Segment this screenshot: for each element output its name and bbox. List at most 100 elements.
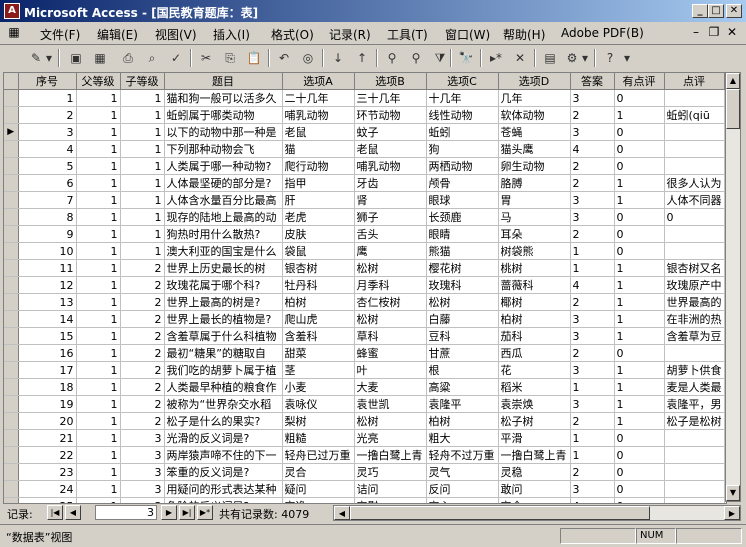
next-record-button[interactable]: ▶ <box>161 505 177 520</box>
restore-button[interactable]: □ <box>708 4 724 18</box>
table-cell[interactable]: 2 <box>120 259 165 277</box>
table-cell[interactable]: 1 <box>570 429 615 447</box>
table-cell[interactable]: 4 <box>18 140 77 158</box>
table-row[interactable]: ▶ 3 1 1 以下的动物中那一种是 老鼠 蚊子 蚯蚓 苍蝇 3 0 <box>4 123 725 141</box>
table-cell[interactable]: 1 <box>76 310 121 328</box>
record-selector[interactable] <box>4 157 19 175</box>
table-row[interactable]: 2 1 1 蚯蚓属于哪类动物 哺乳动物 环节动物 线性动物 软体动物 2 1 蚯蚓(qiū <box>4 106 725 124</box>
table-cell[interactable]: 狮子 <box>354 208 427 226</box>
table-cell[interactable]: 0 <box>614 225 665 243</box>
table-cell[interactable]: 熊猫 <box>426 242 499 260</box>
column-header[interactable]: 题目 <box>164 73 283 90</box>
hyperlink-icon[interactable]: ◎ <box>298 49 318 67</box>
save-icon[interactable]: ▣ <box>66 49 86 67</box>
table-cell[interactable]: 疑问 <box>282 480 355 498</box>
delete-record-icon[interactable]: ✕ <box>510 49 530 67</box>
table-cell[interactable]: 1 <box>614 378 665 396</box>
table-cell[interactable] <box>664 480 725 498</box>
table-cell[interactable]: 3 <box>570 191 615 209</box>
table-cell[interactable]: 敢问 <box>498 480 571 498</box>
table-cell[interactable]: 1 <box>18 89 77 107</box>
table-cell[interactable]: 以下的动物中那一种是 <box>164 123 283 141</box>
copy-icon[interactable]: ⎘ <box>220 49 240 67</box>
table-cell[interactable]: 1 <box>76 208 121 226</box>
record-selector[interactable]: ▶ <box>4 123 19 141</box>
table-cell[interactable]: 0 <box>614 89 665 107</box>
table-cell[interactable]: 胃 <box>498 191 571 209</box>
table-cell[interactable]: 卵生动物 <box>498 157 571 175</box>
table-cell[interactable]: 2 <box>570 344 615 362</box>
menu-file[interactable]: 文件(F) <box>40 26 80 43</box>
table-cell[interactable]: 澳大利亚的国宝是什么 <box>164 242 283 260</box>
table-cell[interactable]: 1 <box>614 310 665 328</box>
table-cell[interactable]: 松子是松树 <box>664 412 725 430</box>
table-cell[interactable]: 18 <box>18 378 77 396</box>
table-cell[interactable]: 1 <box>76 446 121 464</box>
table-cell[interactable]: 诘问 <box>354 480 427 498</box>
table-cell[interactable]: 1 <box>120 140 165 158</box>
undo-icon[interactable]: ↶ <box>274 49 294 67</box>
record-selector[interactable] <box>4 327 19 345</box>
table-cell[interactable]: 眼睛 <box>426 225 499 243</box>
record-selector[interactable] <box>4 429 19 447</box>
table-cell[interactable]: 苍蝇 <box>498 123 571 141</box>
table-cell[interactable]: 1 <box>614 259 665 277</box>
table-cell[interactable]: 3 <box>120 480 165 498</box>
column-header[interactable]: 父等级 <box>76 73 121 90</box>
table-cell[interactable]: 2 <box>120 344 165 362</box>
table-cell[interactable]: 1 <box>76 123 121 141</box>
table-cell[interactable] <box>664 157 725 175</box>
table-cell[interactable]: 两栖动物 <box>426 157 499 175</box>
table-cell[interactable]: 袁世凯 <box>354 395 427 413</box>
table-cell[interactable]: 2 <box>570 225 615 243</box>
record-selector[interactable] <box>4 276 19 294</box>
table-cell[interactable]: 3 <box>18 123 77 141</box>
table-cell[interactable]: 2 <box>120 293 165 311</box>
filter-by-form-icon[interactable]: ⚲ <box>406 49 426 67</box>
table-cell[interactable]: 稻米 <box>498 378 571 396</box>
table-cell[interactable]: 猫和狗一般可以活多久 <box>164 89 283 107</box>
record-selector[interactable] <box>4 106 19 124</box>
table-cell[interactable]: 1 <box>120 208 165 226</box>
table-cell[interactable]: 很多人认为 <box>664 174 725 192</box>
table-cell[interactable]: 1 <box>120 242 165 260</box>
table-cell[interactable]: 狗 <box>426 140 499 158</box>
table-cell[interactable]: 猫头鹰 <box>498 140 571 158</box>
table-cell[interactable]: 23 <box>18 463 77 481</box>
table-cell[interactable]: 1 <box>570 242 615 260</box>
table-row[interactable]: 19 1 2 被称为“世界杂交水稻 袁咏仪 袁世凯 袁隆平 袁崇焕 3 1 袁隆平，男 <box>4 395 725 413</box>
table-cell[interactable]: 椰树 <box>498 293 571 311</box>
table-row[interactable]: 1 1 1 猫和狗一般可以活多久 二十几年 三十几年 十几年 几年 3 0 <box>4 89 725 107</box>
table-cell[interactable]: 银杏树又名 <box>664 259 725 277</box>
table-cell[interactable]: 世界上最长的植物是? <box>164 310 283 328</box>
scroll-left-icon[interactable]: ◀ <box>334 506 350 520</box>
table-cell[interactable]: 1 <box>120 106 165 124</box>
table-row[interactable]: 6 1 1 人体最坚硬的部分是? 指甲 牙齿 颅骨 胳膊 2 1 很多人认为 <box>4 174 725 192</box>
table-cell[interactable]: 3 <box>570 327 615 345</box>
table-cell[interactable]: 9 <box>18 225 77 243</box>
table-cell[interactable]: 轻舟不过万重 <box>426 446 499 464</box>
table-cell[interactable]: 哺乳动物 <box>354 157 427 175</box>
table-cell[interactable]: 7 <box>18 191 77 209</box>
column-header[interactable]: 序号 <box>18 73 77 90</box>
filter-by-selection-icon[interactable]: ⚲ <box>382 49 402 67</box>
table-cell[interactable]: 颅骨 <box>426 174 499 192</box>
table-cell[interactable]: 人类属于哪一种动物? <box>164 157 283 175</box>
table-cell[interactable]: 2 <box>120 378 165 396</box>
table-cell[interactable]: 11 <box>18 259 77 277</box>
table-cell[interactable]: 灵合 <box>282 463 355 481</box>
record-selector[interactable] <box>4 378 19 396</box>
table-cell[interactable]: 1 <box>614 327 665 345</box>
table-cell[interactable]: 0 <box>614 480 665 498</box>
table-cell[interactable]: 0 <box>664 208 725 226</box>
table-cell[interactable]: 猫 <box>282 140 355 158</box>
table-cell[interactable]: 1 <box>120 225 165 243</box>
table-cell[interactable]: 含羞草属于什么科植物 <box>164 327 283 345</box>
table-cell[interactable]: 0 <box>614 463 665 481</box>
table-cell[interactable]: 笨重的反义词是? <box>164 463 283 481</box>
table-cell[interactable]: 0 <box>614 140 665 158</box>
table-cell[interactable]: 蚯蚓(qiū <box>664 106 725 124</box>
table-cell[interactable]: 1 <box>76 293 121 311</box>
table-cell[interactable]: 茎 <box>282 361 355 379</box>
table-cell[interactable]: 10 <box>18 242 77 260</box>
